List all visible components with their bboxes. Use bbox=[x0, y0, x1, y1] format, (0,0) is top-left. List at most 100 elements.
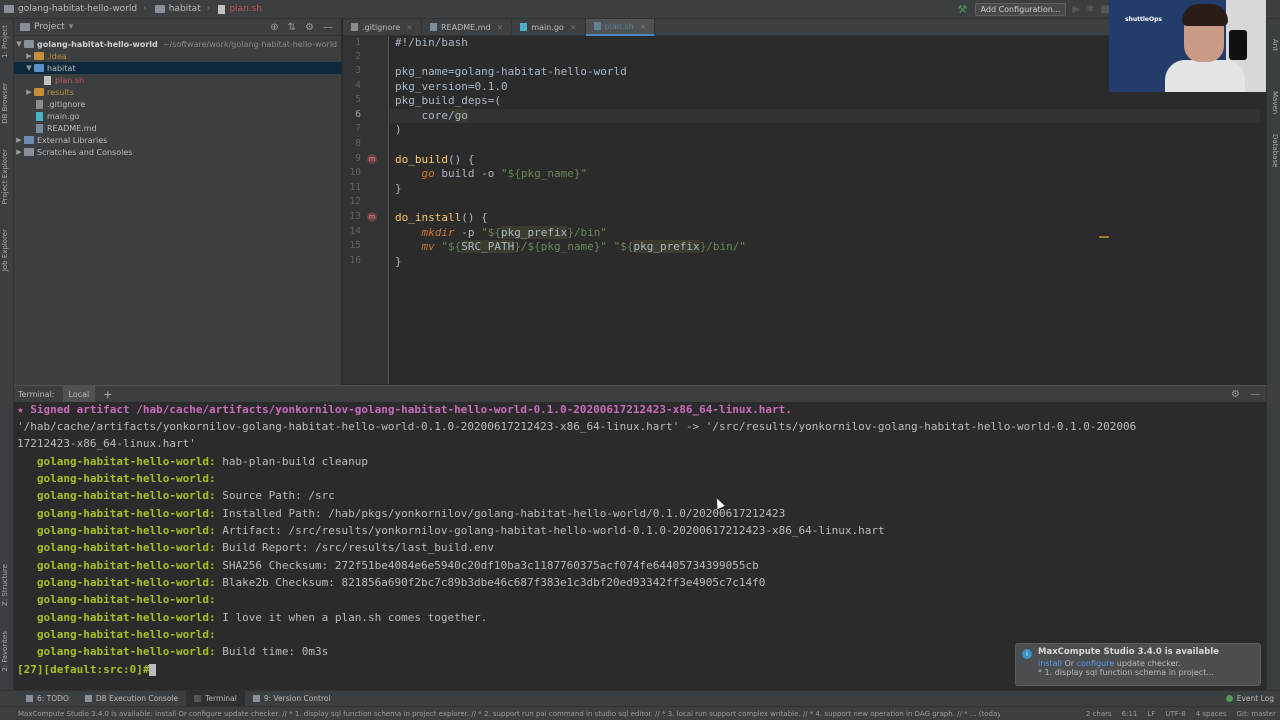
maven-tool-tab[interactable]: Maven bbox=[1271, 91, 1279, 114]
status-line-separator[interactable]: LF bbox=[1147, 710, 1155, 718]
job-explorer-tool-tab[interactable]: Job Explorer bbox=[1, 229, 9, 271]
breadcrumb-folder[interactable]: habitat › bbox=[151, 4, 215, 14]
run-icon[interactable]: ▶ bbox=[1072, 4, 1080, 15]
tree-item-main-go[interactable]: main.go bbox=[14, 110, 341, 122]
tree-item-readme[interactable]: README.md bbox=[14, 122, 341, 134]
tree-item-path: ~/software/work/golang-habitat-hello-wor… bbox=[162, 39, 338, 49]
tool-window-todo[interactable]: 6: TODO bbox=[18, 691, 77, 707]
status-bar: MaxCompute Studio 3.4.0 is available: in… bbox=[0, 706, 1280, 720]
project-explorer-tool-tab[interactable]: Project Explorer bbox=[1, 149, 9, 204]
tab-readme[interactable]: README.md × bbox=[422, 18, 513, 36]
code-editor[interactable]: #!/bin/bash pkg_name=golang-habitat-hell… bbox=[390, 36, 1260, 384]
ant-tool-tab[interactable]: Ant bbox=[1271, 39, 1279, 51]
chevron-right-icon[interactable]: ▶ bbox=[24, 88, 34, 96]
tree-item-scratches[interactable]: ▶ Scratches and Consoles bbox=[14, 146, 341, 158]
tree-item-root[interactable]: ▼ golang-habitat-hello-world ~/software/… bbox=[14, 38, 341, 50]
close-icon[interactable]: × bbox=[406, 23, 413, 32]
chevron-right-icon[interactable]: ▶ bbox=[14, 136, 24, 144]
locate-icon[interactable]: ⊕ bbox=[270, 22, 278, 33]
go-file-icon bbox=[520, 23, 528, 31]
terminal-title: Terminal: bbox=[18, 389, 55, 399]
chevron-down-icon[interactable]: ▼ bbox=[14, 40, 24, 48]
version-control-icon bbox=[252, 695, 260, 702]
build-hammer-icon[interactable]: ⚒ bbox=[958, 4, 969, 15]
code-line-14: mkdir -p "${pkg_prefix}/bin" bbox=[395, 226, 607, 240]
function-marker-icon[interactable]: m bbox=[367, 154, 377, 164]
error-stripe-marker[interactable] bbox=[1099, 236, 1109, 238]
string-token: }/bin" bbox=[567, 226, 607, 239]
add-configuration-button[interactable]: Add Configuration... bbox=[974, 3, 1067, 16]
terminal-text: Build Report: /src/results/last_build.en… bbox=[215, 541, 494, 554]
code-token: core/ bbox=[395, 109, 455, 122]
gear-icon[interactable]: ⚙ bbox=[305, 22, 314, 33]
project-panel-title[interactable]: Project bbox=[34, 22, 65, 32]
chevron-right-icon[interactable]: ▶ bbox=[14, 148, 24, 156]
function-marker-icon[interactable]: m bbox=[367, 212, 377, 222]
tab-main-go[interactable]: main.go × bbox=[512, 18, 586, 36]
terminal-tab-local[interactable]: Local bbox=[62, 385, 96, 403]
status-git-branch[interactable]: Git: master bbox=[1237, 710, 1276, 718]
event-log-button[interactable]: Event Log bbox=[1225, 694, 1274, 703]
hide-icon[interactable]: — bbox=[323, 22, 333, 33]
tool-window-db-execution-console[interactable]: DB Execution Console bbox=[77, 691, 186, 707]
chevron-down-icon[interactable]: ▼ bbox=[24, 64, 34, 72]
favorites-tool-tab[interactable]: 2: Favorites bbox=[1, 631, 9, 672]
line-number: 2 bbox=[355, 51, 361, 62]
install-link[interactable]: install bbox=[1038, 659, 1062, 668]
git-file-icon bbox=[36, 99, 43, 109]
status-indent[interactable]: 4 spaces bbox=[1196, 710, 1227, 718]
close-icon[interactable]: × bbox=[640, 22, 647, 31]
package-prefix: golang-habitat-hello-world: bbox=[17, 541, 216, 554]
tree-item-gitignore[interactable]: .gitignore bbox=[14, 98, 341, 110]
chevron-down-icon[interactable]: ▾ bbox=[69, 22, 74, 32]
db-browser-tool-tab[interactable]: DB Browser bbox=[1, 83, 9, 124]
configure-link[interactable]: configure bbox=[1077, 659, 1115, 668]
shuttleops-logo: shuttleOps bbox=[1125, 16, 1162, 23]
new-terminal-icon[interactable]: + bbox=[103, 388, 112, 401]
terminal-prompt[interactable]: [27][default:src:0]# bbox=[17, 663, 157, 680]
gear-icon[interactable]: ⚙ bbox=[1231, 389, 1240, 400]
collapse-all-icon[interactable]: ⇅ bbox=[288, 22, 296, 33]
code-line-6-current: core/go bbox=[390, 109, 1260, 123]
package-prefix: golang-habitat-hello-world: bbox=[17, 524, 216, 537]
chevron-right-icon: › bbox=[143, 4, 147, 14]
tree-item-results[interactable]: ▶ results bbox=[14, 86, 341, 98]
breadcrumb-project[interactable]: golang-habitat-hello-world › bbox=[0, 4, 151, 14]
tree-item-habitat[interactable]: ▼ habitat bbox=[14, 62, 341, 74]
database-tool-tab[interactable]: Database bbox=[1271, 134, 1279, 167]
line-number: 9 bbox=[355, 153, 361, 164]
tab-gitignore[interactable]: .gitignore × bbox=[343, 18, 422, 36]
hide-icon[interactable]: — bbox=[1250, 389, 1260, 400]
close-icon[interactable]: × bbox=[570, 23, 577, 32]
shell-file-icon bbox=[593, 22, 601, 30]
breadcrumb-file[interactable]: plan.sh bbox=[214, 4, 266, 14]
status-caret-position[interactable]: 6:11 bbox=[1122, 710, 1138, 718]
terminal-text: Signed artifact /hab/cache/artifacts/yon… bbox=[30, 403, 792, 416]
code-line-15: mv "${SRC_PATH}/${pkg_name}" "${pkg_pref… bbox=[395, 240, 746, 254]
tree-item-label: Scratches and Consoles bbox=[37, 147, 133, 157]
structure-tool-tab[interactable]: Z: Structure bbox=[1, 564, 9, 606]
status-encoding[interactable]: UTF-8 bbox=[1165, 710, 1185, 718]
chevron-right-icon[interactable]: ▶ bbox=[24, 52, 34, 60]
project-tool-tab[interactable]: 1: Project bbox=[1, 25, 9, 58]
tree-item-external-libraries[interactable]: ▶ External Libraries bbox=[14, 134, 341, 146]
tab-label: README.md bbox=[440, 22, 491, 32]
line-number: 5 bbox=[355, 94, 361, 105]
debug-icon[interactable]: ✱ bbox=[1086, 4, 1094, 15]
chevron-right-icon: › bbox=[206, 4, 211, 14]
status-message[interactable]: MaxCompute Studio 3.4.0 is available: in… bbox=[0, 710, 1000, 718]
string-token: }/bin/" bbox=[699, 240, 747, 253]
tool-window-version-control[interactable]: 9: Version Control bbox=[245, 691, 339, 707]
tab-plan-sh[interactable]: plan.sh × bbox=[585, 18, 656, 36]
tool-window-terminal[interactable]: Terminal bbox=[186, 690, 245, 707]
go-file-icon bbox=[36, 111, 43, 121]
update-notification[interactable]: i MaxCompute Studio 3.4.0 is available i… bbox=[1015, 643, 1261, 686]
string-token: }/${pkg_name}" bbox=[514, 240, 607, 253]
code-token: () { bbox=[461, 211, 488, 224]
close-icon[interactable]: × bbox=[497, 23, 504, 32]
tree-item-plan-sh[interactable]: plan.sh bbox=[14, 74, 341, 86]
tree-item-idea[interactable]: ▶ .idea bbox=[14, 50, 341, 62]
tool-windows-bar: 6: TODO DB Execution Console Terminal 9:… bbox=[0, 690, 1280, 707]
terminal-header: Terminal: Local + ⚙ — bbox=[14, 385, 1266, 403]
terminal-line: golang-habitat-hello-world: bbox=[17, 593, 216, 610]
